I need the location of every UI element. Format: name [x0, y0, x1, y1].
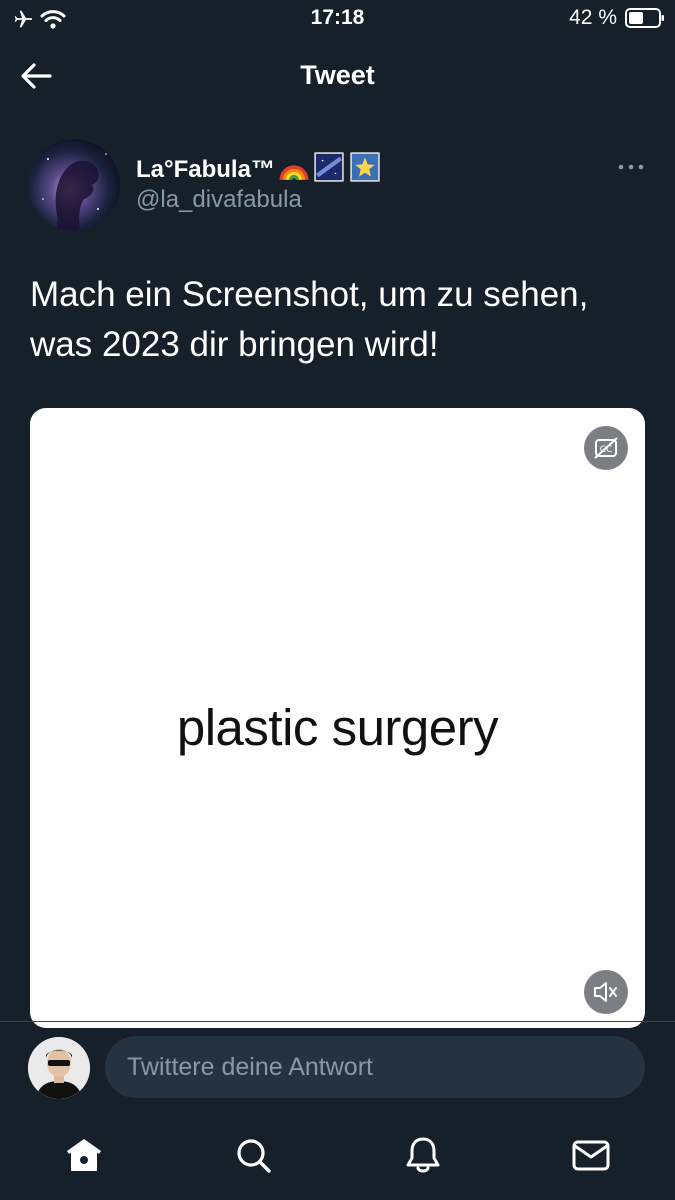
reply-divider	[0, 1021, 675, 1022]
tweet-text-line-2: was 2023 dir bringen wird!	[30, 325, 439, 364]
tweet-media-video[interactable]: plastic surgery CC	[30, 408, 645, 1028]
rainbow-emoji-icon	[279, 165, 309, 181]
author-avatar[interactable]	[28, 139, 120, 231]
tweet-text: Mach ein Screenshot, um zu sehen, was 20…	[30, 270, 650, 370]
home-icon[interactable]	[63, 1134, 105, 1176]
volume-muted-icon	[594, 982, 617, 1002]
author-handle[interactable]: @la_divafabula	[136, 186, 302, 214]
more-options-icon[interactable]	[617, 160, 645, 174]
page-title: Tweet	[300, 60, 375, 90]
captions-icon: CC	[594, 437, 618, 459]
author-name-text: La°Fabula™	[136, 156, 275, 183]
reply-input[interactable]: Twittere deine Antwort	[105, 1036, 645, 1098]
search-icon[interactable]	[232, 1134, 274, 1176]
captions-button[interactable]: CC	[584, 426, 628, 470]
tweet-text-line-1: Mach ein Screenshot, um zu sehen,	[30, 275, 589, 314]
my-avatar[interactable]	[28, 1037, 90, 1099]
battery-percent: 42 %	[569, 6, 617, 29]
author-name[interactable]: La°Fabula™	[136, 152, 381, 184]
media-caption: plastic surgery	[176, 699, 499, 756]
messages-icon[interactable]	[570, 1134, 612, 1176]
glowing-star-emoji-icon	[350, 152, 380, 182]
notifications-icon[interactable]	[402, 1134, 444, 1176]
svg-text:CC: CC	[600, 445, 613, 455]
milky-way-emoji-icon	[314, 152, 344, 182]
battery-icon	[625, 8, 664, 28]
mute-button[interactable]	[584, 970, 628, 1014]
